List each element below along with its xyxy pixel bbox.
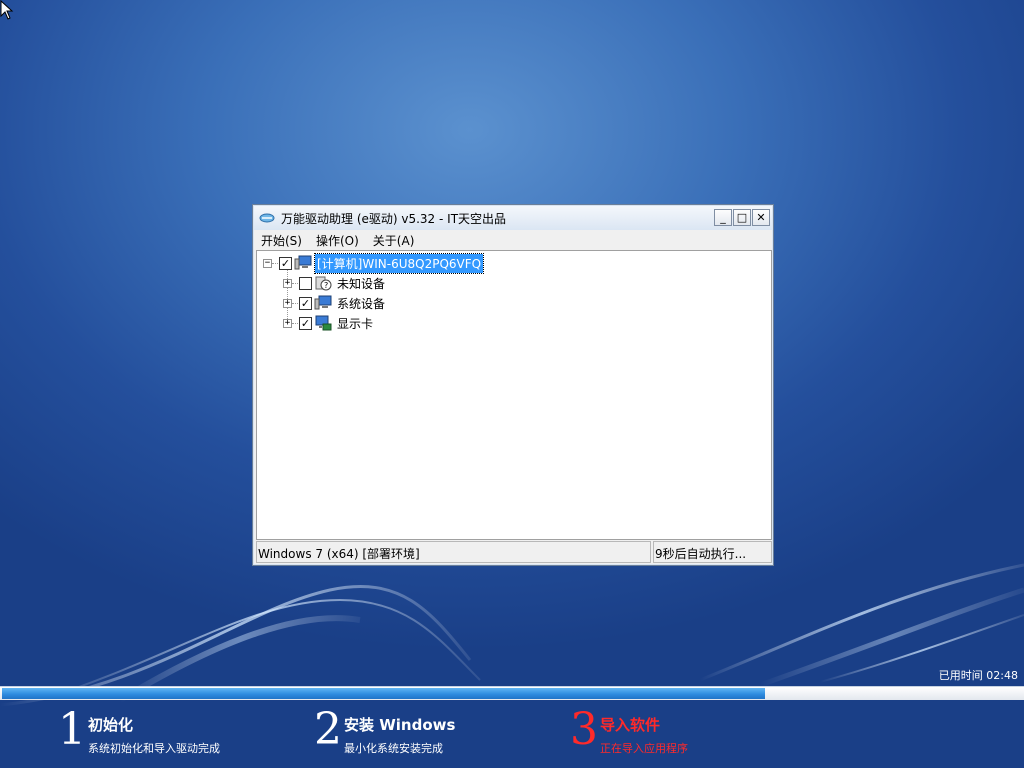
- collapse-toggle[interactable]: −: [263, 258, 272, 268]
- close-button[interactable]: ✕: [752, 209, 770, 226]
- menu-about[interactable]: 关于(A): [366, 232, 422, 249]
- step-title: 导入软件: [600, 716, 661, 734]
- maximize-button[interactable]: □: [733, 209, 751, 226]
- tree-row-system-device[interactable]: + ✓ 系统设备: [283, 294, 387, 312]
- expand-toggle[interactable]: +: [283, 318, 292, 328]
- install-progress-fill: [2, 688, 765, 699]
- step-import-software: 3 导入软件 正在导入应用程序: [570, 706, 688, 756]
- driver-assistant-window: 万能驱动助理 (e驱动) v5.32 - IT天空出品 _ □ ✕ 开始(S) …: [252, 204, 774, 566]
- root-checkbox[interactable]: ✓: [279, 256, 292, 270]
- expand-toggle[interactable]: +: [283, 298, 292, 308]
- elapsed-time: 已用时间 02:48: [938, 669, 1018, 682]
- expand-toggle[interactable]: +: [283, 278, 292, 288]
- unknown-device-label[interactable]: 未知设备: [335, 274, 387, 293]
- tree-root-row[interactable]: − ✓ [计算机]WIN-6U8Q2PQ6VFQ: [263, 252, 485, 274]
- step-title: 初始化: [88, 716, 134, 734]
- status-countdown: 9秒后自动执行...: [653, 541, 772, 563]
- step-install-windows: 2 安装 Windows 最小化系统安装完成: [314, 706, 455, 756]
- window-title: 万能驱动助理 (e驱动) v5.32 - IT天空出品: [281, 211, 507, 226]
- check-mark-icon: ✓: [300, 296, 311, 310]
- root-label[interactable]: [计算机]WIN-6U8Q2PQ6VFQ: [313, 252, 485, 274]
- check-mark-icon: ✓: [300, 316, 311, 330]
- menu-operation[interactable]: 操作(O): [309, 232, 366, 249]
- device-tree[interactable]: − ✓ [计算机]WIN-6U8Q2PQ6VFQ + ? 未知设备 + ✓ 系统…: [256, 250, 772, 540]
- step-subtitle: 正在导入应用程序: [600, 742, 688, 755]
- step-subtitle: 系统初始化和导入驱动完成: [88, 742, 220, 755]
- step-subtitle: 最小化系统安装完成: [344, 742, 443, 755]
- minimize-button[interactable]: _: [714, 209, 732, 226]
- menu-bar: 开始(S) 操作(O) 关于(A): [254, 230, 772, 250]
- tree-row-unknown-device[interactable]: + ? 未知设备: [283, 274, 387, 292]
- unknown-device-icon: ?: [315, 276, 332, 291]
- display-card-icon: [315, 315, 332, 331]
- install-progress-bar: [0, 686, 1024, 700]
- system-device-checkbox[interactable]: ✓: [299, 296, 312, 310]
- svg-text:?: ?: [324, 281, 328, 290]
- tree-row-display-card[interactable]: + ✓ 显示卡: [283, 314, 375, 332]
- unknown-device-checkbox[interactable]: [299, 276, 312, 290]
- title-bar[interactable]: 万能驱动助理 (e驱动) v5.32 - IT天空出品 _ □ ✕: [254, 206, 772, 230]
- step-title: 安装 Windows: [344, 716, 456, 734]
- status-os-info: Windows 7 (x64) [部署环境]: [256, 541, 651, 563]
- system-device-icon: [314, 295, 332, 310]
- computer-icon: [294, 255, 312, 270]
- app-logo-icon: [259, 213, 275, 223]
- check-mark-icon: ✓: [280, 256, 291, 270]
- mouse-cursor-icon: [0, 0, 14, 20]
- display-card-checkbox[interactable]: ✓: [299, 316, 312, 330]
- menu-start[interactable]: 开始(S): [254, 232, 309, 249]
- display-card-label[interactable]: 显示卡: [335, 314, 375, 333]
- status-bar: Windows 7 (x64) [部署环境] 9秒后自动执行...: [256, 541, 772, 563]
- step-number: 1: [58, 704, 86, 755]
- step-initialize: 1 初始化 系统初始化和导入驱动完成: [58, 706, 220, 756]
- step-number: 3: [570, 704, 598, 755]
- step-number: 2: [314, 704, 342, 755]
- system-device-label[interactable]: 系统设备: [335, 294, 387, 313]
